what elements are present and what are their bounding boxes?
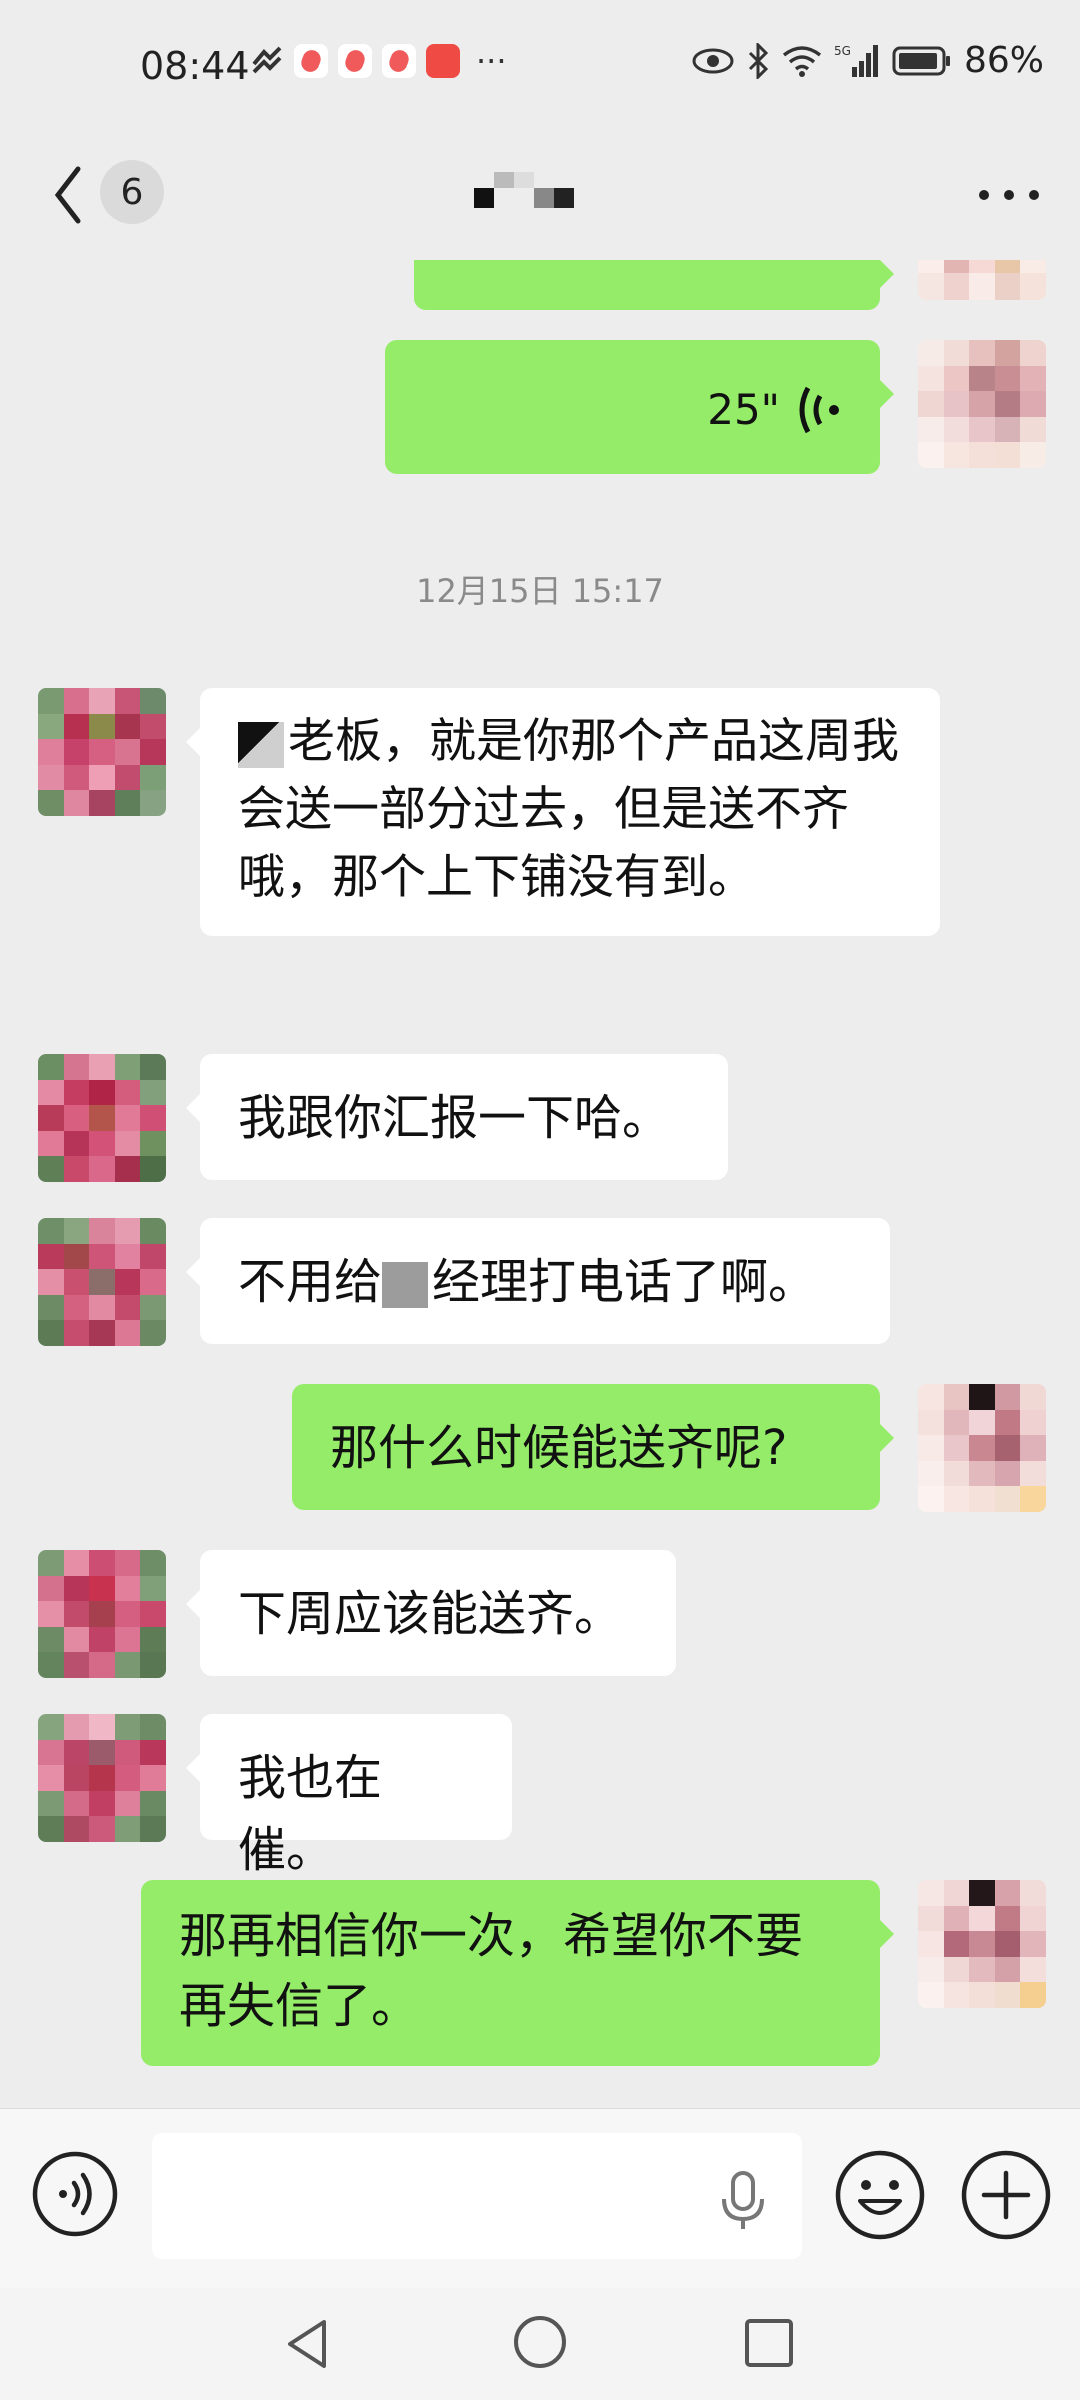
incoming-message-bubble[interactable]: 我跟你汇报一下哈。 xyxy=(186,1054,728,1180)
redacted-name xyxy=(238,721,284,768)
plus-icon[interactable] xyxy=(958,2147,1054,2243)
unread-count-badge[interactable]: 6 xyxy=(100,160,164,224)
contact-avatar[interactable] xyxy=(38,1550,166,1678)
signal-link-icon xyxy=(252,46,282,74)
emoji-icon[interactable] xyxy=(832,2147,928,2243)
eye-icon xyxy=(692,48,734,73)
contact-avatar[interactable] xyxy=(38,1714,166,1842)
system-home-icon[interactable] xyxy=(510,2312,570,2372)
outgoing-message-bubble[interactable]: 那什么时候能送齐呢? xyxy=(292,1384,894,1510)
outgoing-message-bubble[interactable]: 那再相信你一次，希望你不要再失信了。 xyxy=(141,1880,894,2066)
my-avatar[interactable] xyxy=(918,1880,1046,2008)
voice-duration: 25" xyxy=(707,385,780,434)
contact-avatar[interactable] xyxy=(38,1054,166,1182)
status-right: 5G 86% xyxy=(692,40,1044,81)
incoming-message-bubble[interactable]: 不用给 经理打电话了啊。 xyxy=(186,1218,890,1344)
svg-text:5G: 5G xyxy=(834,44,851,58)
incoming-message-bubble[interactable]: 我也在催。 xyxy=(186,1714,512,1878)
my-avatar[interactable] xyxy=(918,1384,1046,1512)
message-text: 那再相信你一次，希望你不要再失信了。 xyxy=(179,1908,804,2034)
more-dots-icon[interactable] xyxy=(974,170,1044,220)
my-avatar[interactable] xyxy=(918,340,1046,468)
voice-message-bubble[interactable] xyxy=(414,260,894,310)
cellular-signal-icon: 5G xyxy=(834,44,878,77)
status-bar: 08:44 ··· 5G 86% xyxy=(0,0,1080,130)
huawei-app-icon xyxy=(426,44,460,78)
chat-header: 6 xyxy=(0,130,1080,260)
microphone-icon[interactable] xyxy=(718,2171,768,2231)
message-text: 老板，就是你那个产品这周我会送一部分过去，但是送不齐哦，那个上下铺没有到。 xyxy=(238,714,899,906)
system-navigation-bar xyxy=(0,2288,1080,2400)
contact-avatar[interactable] xyxy=(38,688,166,816)
message-text: 不用给 xyxy=(238,1254,383,1310)
battery-icon xyxy=(892,46,950,75)
battery-percent: 86% xyxy=(963,40,1044,81)
contact-avatar[interactable] xyxy=(38,1218,166,1346)
system-back-icon[interactable] xyxy=(280,2316,336,2372)
message-input-bar xyxy=(0,2108,1080,2289)
message-text: 我也在催。 xyxy=(238,1750,383,1878)
my-avatar[interactable] xyxy=(918,260,1046,300)
more-notifications-icon: ··· xyxy=(476,42,507,80)
message-list[interactable]: 25" 12月15日 15:17 老板，就是你那个产品这周我会送一部分过去，但是… xyxy=(0,260,1080,2108)
chat-timestamp: 12月15日 15:17 xyxy=(416,572,664,610)
wifi-icon xyxy=(782,45,822,77)
app-notification-icon xyxy=(338,44,372,78)
message-text: 经理打电话了啊。 xyxy=(432,1254,817,1310)
status-time: 08:44 xyxy=(140,44,250,88)
bluetooth-icon xyxy=(748,42,769,79)
notification-icons: ··· xyxy=(250,42,507,80)
incoming-message-bubble[interactable]: 老板，就是你那个产品这周我会送一部分过去，但是送不齐哦，那个上下铺没有到。 xyxy=(186,688,940,937)
voice-message-bubble[interactable]: 25" xyxy=(385,340,894,474)
chat-title-redacted xyxy=(474,172,574,208)
message-text: 下周应该能送齐。 xyxy=(238,1586,623,1642)
voice-mode-icon[interactable] xyxy=(30,2149,120,2239)
app-notification-icon xyxy=(382,44,416,78)
app-notification-icon xyxy=(294,44,328,78)
incoming-message-bubble[interactable]: 下周应该能送齐。 xyxy=(186,1550,676,1676)
message-text: 我跟你汇报一下哈。 xyxy=(238,1090,671,1146)
message-input[interactable] xyxy=(152,2133,802,2259)
redacted-name xyxy=(382,1262,429,1308)
message-text: 那什么时候能送齐呢? xyxy=(330,1420,788,1476)
system-recents-icon[interactable] xyxy=(742,2316,796,2370)
voice-wave-icon xyxy=(799,386,839,434)
